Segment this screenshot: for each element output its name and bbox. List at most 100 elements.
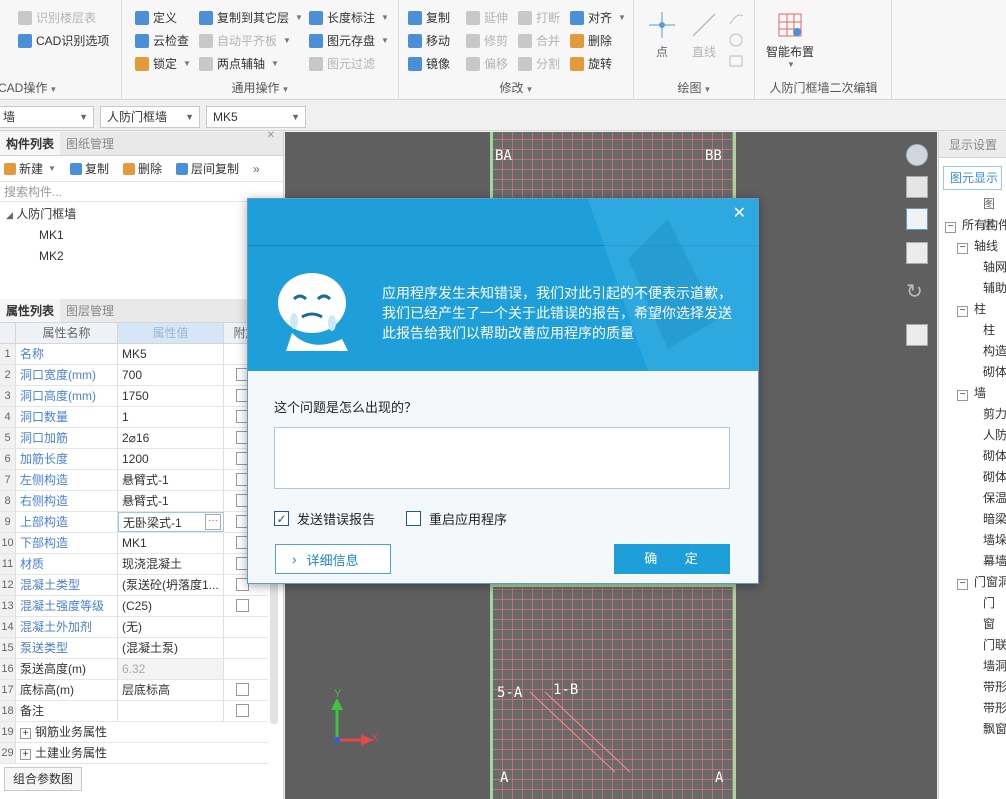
copy-component-button[interactable]: 复制	[69, 160, 109, 177]
table-row[interactable]: 18 备注	[0, 701, 268, 722]
layer-tree-item[interactable]: 保温	[939, 488, 1006, 509]
delete-button[interactable]: 删除	[570, 31, 612, 51]
element-save-button[interactable]: 图元存盘 ▼	[309, 31, 389, 51]
3d-view-icon[interactable]	[906, 176, 928, 198]
floor-type-select[interactable]: 墙 ▼	[0, 106, 94, 128]
property-value[interactable]: 悬臂式-1	[118, 491, 224, 511]
move-button[interactable]: 移动	[408, 31, 450, 51]
table-row[interactable]: 19 + 钢筋业务属性	[0, 722, 268, 743]
table-row[interactable]: 29 + 土建业务属性	[0, 743, 268, 764]
layer-toggle-icon[interactable]	[906, 324, 928, 346]
smart-layout-button[interactable]: 智能布置 ▼	[760, 10, 820, 69]
table-row[interactable]: 16 泵送高度(m) 6.32	[0, 659, 268, 680]
close-icon[interactable]: ✕	[267, 130, 275, 141]
details-button[interactable]: › 详细信息	[275, 544, 391, 574]
component-search-input[interactable]: 搜索构件...	[0, 182, 283, 202]
layer-tree-item[interactable]: 门	[939, 593, 1006, 614]
table-row[interactable]: 14 混凝土外加剂 (无)	[0, 617, 268, 638]
tree-root[interactable]: ◢ 人防门框墙	[0, 204, 283, 225]
layer-tree-item[interactable]: 窗	[939, 614, 1006, 635]
property-value[interactable]: 1200	[118, 449, 224, 469]
table-row[interactable]: 4 洞口数量 1	[0, 407, 268, 428]
component-type-select[interactable]: 人防门框墙 ▼	[100, 106, 200, 128]
table-row[interactable]: 17 底标高(m) 层底标高	[0, 680, 268, 701]
send-report-checkbox[interactable]: ✓ 发送错误报告	[274, 509, 375, 528]
property-value[interactable]: 层底标高	[118, 680, 224, 700]
offset-button[interactable]: 偏移	[466, 54, 508, 74]
property-value[interactable]: 2⌀16	[118, 428, 224, 448]
rotate-button[interactable]: 旋转	[570, 54, 612, 74]
tab-element-display[interactable]: 图元显示	[943, 166, 1002, 190]
checkbox-icon[interactable]	[406, 511, 421, 526]
two-point-aux-axis-button[interactable]: 两点辅轴 ▼	[199, 54, 279, 74]
expand-icon[interactable]: +	[20, 728, 31, 739]
layer-tree-item[interactable]: 轴网	[939, 257, 1006, 278]
line-tool-button[interactable]: 直线	[687, 10, 721, 60]
table-row[interactable]: 8 右侧构造 悬臂式-1	[0, 491, 268, 512]
table-row[interactable]: 1 名称 MK5	[0, 344, 268, 365]
more-options-icon[interactable]: ···	[205, 514, 221, 530]
layer-tree-item[interactable]: 辅助	[939, 278, 1006, 299]
property-value[interactable]: 1750	[118, 386, 224, 406]
table-row[interactable]: 9 上部构造 无卧梁式-1 ···	[0, 512, 268, 533]
tab-property-list[interactable]: 属性列表	[0, 299, 61, 322]
property-value[interactable]: MK5	[118, 344, 224, 364]
layer-tree-item[interactable]: − 墙	[939, 383, 1006, 404]
table-row[interactable]: 10 下部构造 MK1	[0, 533, 268, 554]
cloud-check-button[interactable]: 云检查	[135, 31, 189, 51]
layer-tree-item[interactable]: 剪力	[939, 404, 1006, 425]
copy-button[interactable]: 复制	[408, 8, 450, 28]
layer-tree-item[interactable]: 砌体	[939, 467, 1006, 488]
collapse-icon[interactable]: ◢	[6, 210, 13, 220]
property-value[interactable]: 1	[118, 407, 224, 427]
component-select[interactable]: MK5 ▼	[206, 106, 306, 128]
table-row[interactable]: 15 泵送类型 (混凝土泵)	[0, 638, 268, 659]
mirror-button[interactable]: 镜像	[408, 54, 450, 74]
layer-tree-item[interactable]: 构造	[939, 341, 1006, 362]
split-button[interactable]: 分割	[518, 54, 560, 74]
layer-tree-item[interactable]: 幕墙	[939, 551, 1006, 572]
define-button[interactable]: 定义	[135, 8, 177, 28]
front-view-icon[interactable]	[906, 242, 928, 264]
point-tool-button[interactable]: 点	[645, 10, 679, 60]
restart-app-checkbox[interactable]: 重启应用程序	[406, 509, 507, 528]
layer-tree-item[interactable]: 门联	[939, 635, 1006, 656]
property-value[interactable]: MK1	[118, 533, 224, 553]
arc-tool-button[interactable]	[727, 10, 747, 73]
table-row[interactable]: 2 洞口宽度(mm) 700	[0, 365, 268, 386]
property-value[interactable]: (无)	[118, 617, 224, 637]
combined-params-button[interactable]: 组合参数图	[4, 767, 83, 791]
property-value[interactable]: (泵送砼(坍落度1...	[118, 575, 224, 595]
collapse-icon[interactable]: −	[945, 222, 956, 233]
tab-drawing-management[interactable]: 图纸管理	[60, 132, 120, 155]
collapse-icon[interactable]: −	[957, 579, 968, 590]
tab-layer-management[interactable]: 图层管理	[60, 299, 120, 322]
tree-item[interactable]: MK1	[0, 225, 283, 246]
layer-tree-item[interactable]: 暗梁	[939, 509, 1006, 530]
table-row[interactable]: 11 材质 现浇混凝土	[0, 554, 268, 575]
checkbox-icon[interactable]: ✓	[274, 511, 289, 526]
collapse-icon[interactable]: −	[957, 243, 968, 254]
refresh-icon[interactable]: ↻	[906, 282, 928, 304]
tree-item[interactable]: MK2	[0, 246, 283, 267]
extend-button[interactable]: 延伸	[466, 8, 508, 28]
property-value[interactable]: 悬臂式-1	[118, 470, 224, 490]
align-button[interactable]: 对齐 ▼	[570, 8, 626, 28]
layer-tree-item[interactable]: − 轴线	[939, 236, 1006, 257]
property-value[interactable]: 无卧梁式-1 ···	[118, 512, 224, 532]
property-value[interactable]: (混凝土泵)	[118, 638, 224, 658]
trim-button[interactable]: 修剪	[466, 31, 508, 51]
layer-tree-item[interactable]: 带形	[939, 698, 1006, 719]
table-row[interactable]: 5 洞口加筋 2⌀16	[0, 428, 268, 449]
length-dimension-button[interactable]: 长度标注 ▼	[309, 8, 389, 28]
layer-tree-item[interactable]: −门窗洞	[939, 572, 1006, 593]
layer-tree-item[interactable]: 墙洞	[939, 656, 1006, 677]
delete-component-button[interactable]: 删除	[122, 160, 162, 177]
close-icon[interactable]: ✕	[733, 203, 746, 223]
property-value[interactable]: (C25)	[118, 596, 224, 616]
merge-button[interactable]: 合并	[518, 31, 560, 51]
more-icon[interactable]: »	[253, 162, 260, 176]
attach-checkbox[interactable]	[236, 599, 249, 612]
collapse-icon[interactable]: −	[957, 306, 968, 317]
layer-tree-item[interactable]: 墙垛	[939, 530, 1006, 551]
